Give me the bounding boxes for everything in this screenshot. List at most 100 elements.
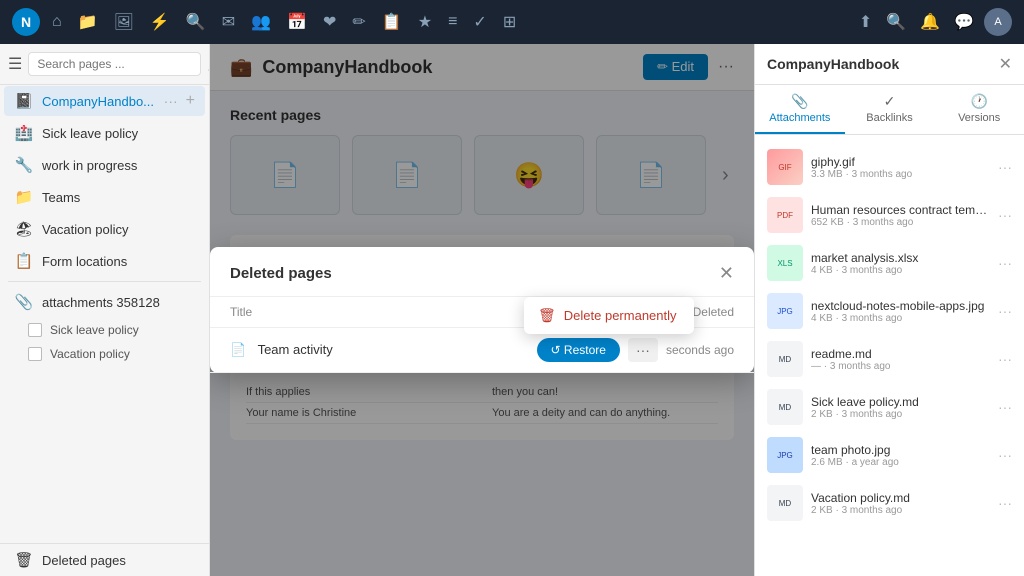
attachment-giphy[interactable]: GIF giphy.gif 3.3 MB · 3 months ago ···	[755, 143, 1024, 191]
modal-overlay: Deleted pages ✕ Title Deleted 📄	[210, 44, 754, 576]
attachment-hrtemplate[interactable]: PDF Human resources contract template.pd…	[755, 191, 1024, 239]
attachment-dots[interactable]: ···	[998, 207, 1012, 223]
sidebar-item-deletedpages[interactable]: 🗑 Deleted pages	[4, 545, 205, 575]
attachment-dots[interactable]: ···	[998, 447, 1012, 463]
collectives-icon[interactable]: ★	[414, 8, 436, 36]
tab-versions[interactable]: 🕐 Versions	[934, 85, 1024, 134]
workinprogress-icon: 🔧	[14, 156, 34, 174]
tab-attachments[interactable]: 📎 Attachments	[755, 85, 845, 134]
modal-dots-button[interactable]: ···	[628, 338, 658, 362]
favorites-icon[interactable]: ❤	[319, 8, 340, 36]
upgrade-icon[interactable]: ⬆	[855, 8, 876, 36]
search-icon[interactable]: 🔍	[182, 8, 210, 36]
sidebar-item-workinprogress[interactable]: 🔧 work in progress	[4, 150, 205, 180]
page-icon: 📄	[230, 342, 246, 357]
modal-title: Deleted pages	[230, 265, 332, 282]
sidebar-item-formlocations[interactable]: 📋 Form locations	[4, 246, 205, 276]
activity-icon[interactable]: ⚡	[146, 8, 174, 36]
backlinks-tab-icon: ✓	[884, 93, 896, 110]
table-row: 📄 Team activity ↺ Restore ··· seconds ag…	[210, 328, 754, 373]
contacts-icon[interactable]: 👥	[247, 8, 275, 36]
tab-backlinks[interactable]: ✓ Backlinks	[845, 85, 935, 134]
companyhandbook-icon: 📓	[14, 92, 34, 110]
attachment-info-readme: readme.md — · 3 months ago	[811, 347, 990, 372]
attachment-name: team photo.jpg	[811, 443, 990, 457]
attachment-sickleave[interactable]: MD Sick leave policy.md 2 KB · 3 months …	[755, 383, 1024, 431]
sidebar-search-input[interactable]	[28, 52, 201, 76]
attachment-name: Human resources contract template.pdf	[811, 203, 990, 217]
sidebar-item-companyhandbook[interactable]: 📓 CompanyHandbo... ··· +	[4, 86, 205, 116]
panel-tabs: 📎 Attachments ✓ Backlinks 🕐 Versions	[755, 85, 1024, 135]
attachment-dots[interactable]: ···	[998, 303, 1012, 319]
sidebar-item-plus[interactable]: +	[186, 92, 195, 110]
modal-close-button[interactable]: ✕	[719, 263, 734, 284]
attachment-readme[interactable]: MD readme.md — · 3 months ago ···	[755, 335, 1024, 383]
lists-icon[interactable]: ≡	[444, 9, 461, 35]
sidebar-item-label: Form locations	[42, 254, 195, 269]
page-name-text: Team activity	[258, 342, 333, 357]
sidebar-header: ☰ 📌 ⊞	[0, 44, 209, 85]
attachments-section-label: attachments 358128	[42, 295, 195, 310]
attachment-nextcloudnotes[interactable]: JPG nextcloud-notes-mobile-apps.jpg 4 KB…	[755, 287, 1024, 335]
attachment-meta: 2 KB · 3 months ago	[811, 505, 990, 516]
attachment-dots[interactable]: ···	[998, 399, 1012, 415]
attachment-thumb-xlsx: XLS	[767, 245, 803, 281]
versions-tab-icon: 🕐	[970, 93, 987, 110]
attachment-thumb-teamjpg: JPG	[767, 437, 803, 473]
sickleave-icon: 🏥	[14, 124, 34, 142]
tasks-icon[interactable]: ✓	[469, 8, 490, 36]
delete-permanently-item[interactable]: 🗑 Delete permanently	[524, 297, 694, 334]
attachments-list: GIF giphy.gif 3.3 MB · 3 months ago ··· …	[755, 135, 1024, 576]
row-page-name: 📄 Team activity	[210, 328, 414, 373]
sub-item-icon	[28, 323, 42, 337]
attachment-thumb-md: MD	[767, 341, 803, 377]
right-panel-header: CompanyHandbook ✕	[755, 44, 1024, 85]
sidebar-item-label: Sick leave policy	[42, 126, 195, 141]
more-apps-icon[interactable]: ⊞	[499, 8, 520, 36]
sidebar-item-sickleave[interactable]: 🏥 Sick leave policy	[4, 118, 205, 148]
sidebar-subitem-vacationpolicy[interactable]: Vacation policy	[0, 342, 209, 366]
notes-icon[interactable]: ✏	[348, 8, 369, 36]
app-logo[interactable]: N	[12, 8, 40, 36]
nav-search-icon[interactable]: 🔍	[882, 8, 910, 36]
user-avatar[interactable]: A	[984, 8, 1012, 36]
sidebar-subitem-sickleave[interactable]: Sick leave policy	[0, 318, 209, 342]
photos-icon[interactable]: 🖼	[110, 8, 138, 36]
attachment-name: giphy.gif	[811, 155, 990, 169]
calendar-icon[interactable]: 📅	[283, 8, 311, 36]
notifications-icon[interactable]: 🔔	[916, 8, 944, 36]
mail-icon[interactable]: ✉	[218, 8, 239, 36]
sidebar-menu-icon[interactable]: ☰	[8, 54, 22, 74]
sidebar: ☰ 📌 ⊞ 📓 CompanyHandbo... ··· + 🏥 Sick le…	[0, 44, 210, 576]
sidebar-item-label: Teams	[42, 190, 195, 205]
attachment-marketanalysis[interactable]: XLS market analysis.xlsx 4 KB · 3 months…	[755, 239, 1024, 287]
backlinks-tab-label: Backlinks	[866, 112, 912, 124]
right-panel-close-button[interactable]: ✕	[999, 54, 1012, 74]
sidebar-item-vacationpolicy[interactable]: 🏖 Vacation policy	[4, 214, 205, 244]
attachment-dots[interactable]: ···	[998, 495, 1012, 511]
row-time: seconds ago	[666, 343, 734, 357]
deck-icon[interactable]: 📋	[378, 8, 406, 36]
attachment-thumb-pdf: PDF	[767, 197, 803, 233]
sidebar-bottom: 🗑 Deleted pages	[0, 543, 209, 576]
attachment-thumb-md3: MD	[767, 485, 803, 521]
home-icon[interactable]: ⌂	[48, 9, 66, 35]
restore-button[interactable]: ↺ Restore	[537, 338, 620, 362]
talk-icon[interactable]: 💬	[950, 8, 978, 36]
attachment-teamphoto[interactable]: JPG team photo.jpg 2.6 MB · a year ago ·…	[755, 431, 1024, 479]
attachment-dots[interactable]: ···	[998, 255, 1012, 271]
attachment-info-giphy: giphy.gif 3.3 MB · 3 months ago	[811, 155, 990, 180]
attachment-dots[interactable]: ···	[998, 159, 1012, 175]
files-icon[interactable]: 📁	[74, 8, 102, 36]
attachment-meta: 652 KB · 3 months ago	[811, 217, 990, 228]
sub-item-label: Sick leave policy	[50, 323, 139, 337]
attachments-tab-label: Attachments	[769, 112, 830, 124]
attachment-dots[interactable]: ···	[998, 351, 1012, 367]
col-title: Title	[210, 297, 414, 328]
attachment-thumb-giphy: GIF	[767, 149, 803, 185]
attachment-vacationpolicy[interactable]: MD Vacation policy.md 2 KB · 3 months ag…	[755, 479, 1024, 527]
sidebar-item-teams[interactable]: 📁 Teams	[4, 182, 205, 212]
sidebar-item-dots[interactable]: ···	[164, 93, 178, 109]
sidebar-item-attachments[interactable]: 📎 attachments 358128	[4, 287, 205, 317]
content-area: 💼 CompanyHandbook ✏ Edit ··· Recent page…	[210, 44, 754, 576]
